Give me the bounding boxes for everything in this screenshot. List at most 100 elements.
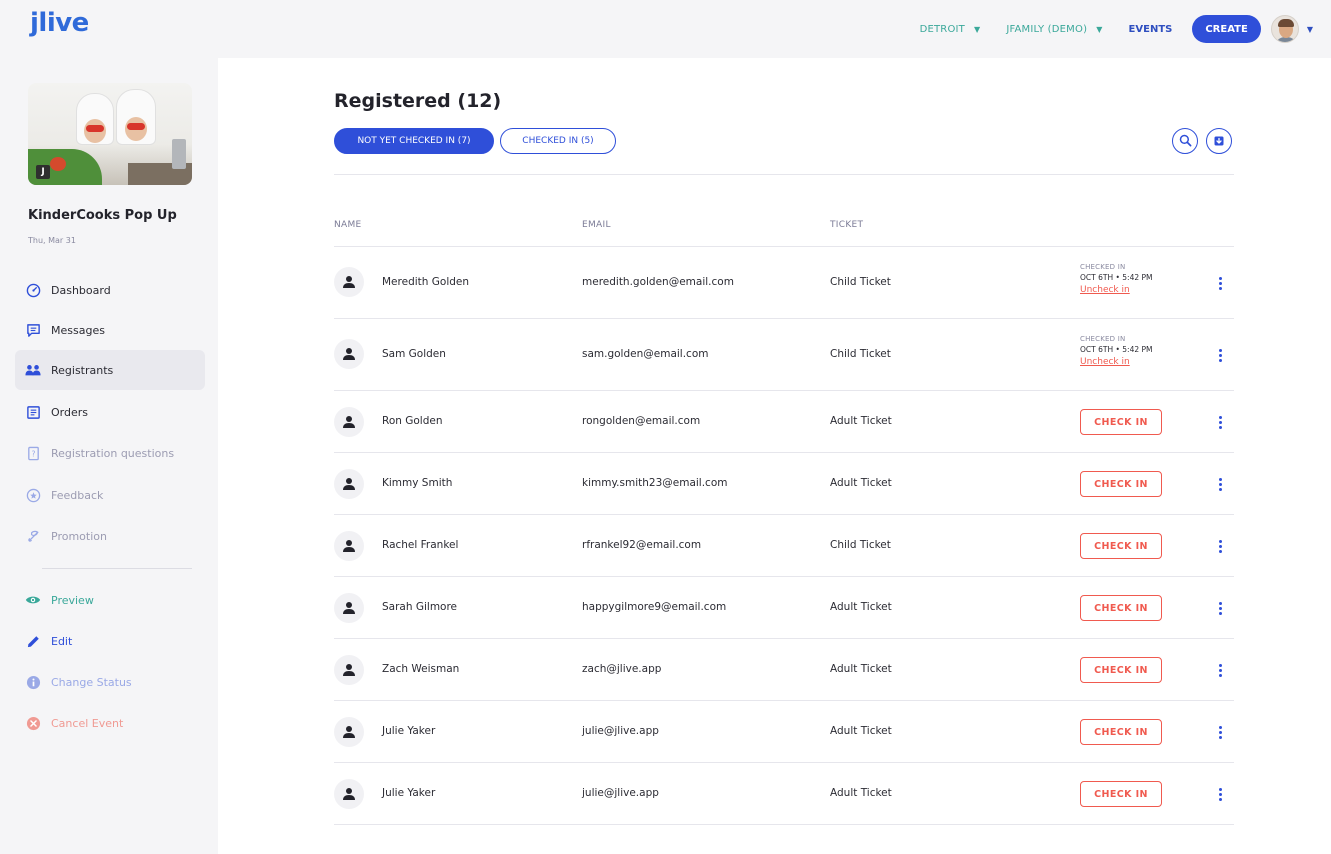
registrant-email: rongolden@email.com	[582, 415, 701, 427]
check-in-button[interactable]: CHECK IN	[1080, 409, 1162, 435]
sidebar-item-registration-questions[interactable]: ? Registration questions	[15, 433, 205, 473]
table-row: Ron Golden rongolden@email.com Adult Tic…	[334, 391, 1234, 453]
table-row: Julie Yaker julie@jlive.app Adult Ticket…	[334, 701, 1234, 763]
registrant-name: Ron Golden	[382, 415, 443, 427]
uncheck-in-link[interactable]: Uncheck in	[1080, 357, 1190, 367]
table-row: Julie Yaker julie@jlive.app Adult Ticket…	[334, 763, 1234, 825]
table-row: Sarah Gilmore happygilmore9@email.com Ad…	[334, 577, 1234, 639]
more-options-icon[interactable]	[1210, 659, 1230, 681]
top-header: jlive DETROIT ▼ JFAMILY (DEMO) ▼ EVENTS …	[0, 0, 1331, 58]
event-title: KinderCooks Pop Up	[28, 208, 177, 223]
registrant-name: Julie Yaker	[382, 787, 436, 799]
sidebar-item-label: Feedback	[51, 488, 104, 502]
registrant-name: Rachel Frankel	[382, 539, 459, 551]
registrant-name: Zach Weisman	[382, 663, 460, 675]
more-options-icon[interactable]	[1210, 535, 1230, 557]
person-icon	[334, 339, 364, 369]
more-options-icon[interactable]	[1210, 597, 1230, 619]
user-avatar[interactable]	[1270, 15, 1299, 43]
checked-in-time: OCT 6TH • 5:42 PM	[1080, 273, 1153, 282]
city-dropdown[interactable]: DETROIT ▼	[920, 24, 981, 35]
tab-checked-in[interactable]: CHECKED IN (5)	[500, 128, 616, 154]
checked-in-label: CHECKED IN	[1080, 335, 1126, 343]
person-icon	[334, 655, 364, 685]
sidebar-action-cancel-event[interactable]: Cancel Event	[15, 703, 205, 743]
sidebar-item-label: Dashboard	[51, 283, 111, 297]
more-options-icon[interactable]	[1210, 344, 1230, 366]
more-options-icon[interactable]	[1210, 473, 1230, 495]
more-options-icon[interactable]	[1210, 721, 1230, 743]
check-in-button[interactable]: CHECK IN	[1080, 533, 1162, 559]
event-image-badge: J	[36, 165, 50, 179]
cancel-icon	[25, 715, 41, 731]
table-row: Meredith Golden meredith.golden@email.co…	[334, 247, 1234, 319]
tab-not-yet-checked-in[interactable]: NOT YET CHECKED IN (7)	[334, 128, 494, 154]
pencil-icon	[25, 633, 41, 649]
divider	[334, 174, 1234, 175]
search-button[interactable]	[1172, 128, 1198, 154]
registrant-ticket: Adult Ticket	[830, 415, 892, 427]
sidebar-item-registrants[interactable]: Registrants	[15, 350, 205, 390]
account-dropdown[interactable]: JFAMILY (DEMO) ▼	[1006, 24, 1102, 35]
chevron-down-icon: ▼	[1096, 24, 1103, 34]
checked-in-time: OCT 6TH • 5:42 PM	[1080, 345, 1153, 354]
table-row: Kimmy Smith kimmy.smith23@email.com Adul…	[334, 453, 1234, 515]
registrant-ticket: Child Ticket	[830, 348, 891, 360]
check-in-button[interactable]: CHECK IN	[1080, 781, 1162, 807]
registrant-ticket: Child Ticket	[830, 276, 891, 288]
registrant-name: Julie Yaker	[382, 725, 436, 737]
check-in-button[interactable]: CHECK IN	[1080, 595, 1162, 621]
sidebar-item-dashboard[interactable]: Dashboard	[15, 270, 205, 310]
sidebar-action-label: Edit	[51, 634, 73, 648]
people-icon	[25, 362, 41, 378]
chevron-down-icon: ▼	[973, 24, 981, 34]
registrant-ticket: Child Ticket	[830, 539, 891, 551]
events-link[interactable]: EVENTS	[1129, 24, 1173, 35]
more-options-icon[interactable]	[1210, 272, 1230, 294]
sidebar-item-messages[interactable]: Messages	[15, 310, 205, 350]
sidebar-divider	[42, 568, 192, 569]
column-header-ticket: TICKET	[830, 220, 864, 230]
column-header-email: EMAIL	[582, 220, 611, 230]
chevron-down-icon[interactable]: ▼	[1307, 25, 1313, 34]
uncheck-in-link[interactable]: Uncheck in	[1080, 285, 1190, 295]
person-icon	[334, 779, 364, 809]
sidebar-action-preview[interactable]: Preview	[15, 580, 205, 620]
event-date: Thu, Mar 31	[28, 236, 76, 245]
export-button[interactable]	[1206, 128, 1232, 154]
table-row: Sam Golden sam.golden@email.com Child Ti…	[334, 319, 1234, 391]
person-icon	[334, 593, 364, 623]
registrant-email: kimmy.smith23@email.com	[582, 477, 728, 489]
sidebar-item-orders[interactable]: Orders	[15, 392, 205, 432]
jlive-logo[interactable]: jlive	[30, 8, 89, 38]
check-in-button[interactable]: CHECK IN	[1080, 471, 1162, 497]
sidebar-action-label: Change Status	[51, 675, 132, 689]
registrant-ticket: Adult Ticket	[830, 787, 892, 799]
registrant-email: julie@jlive.app	[582, 725, 659, 737]
more-options-icon[interactable]	[1210, 783, 1230, 805]
page-title: Registered (12)	[334, 90, 502, 112]
main-panel: Registered (12) NOT YET CHECKED IN (7) C…	[218, 58, 1331, 854]
more-options-icon[interactable]	[1210, 411, 1230, 433]
checked-in-status: CHECKED IN OCT 6TH • 5:42 PM Uncheck in	[1080, 335, 1190, 367]
registrant-email: julie@jlive.app	[582, 787, 659, 799]
orders-icon	[25, 404, 41, 420]
sidebar-action-edit[interactable]: Edit	[15, 621, 205, 661]
check-in-button[interactable]: CHECK IN	[1080, 657, 1162, 683]
person-icon	[334, 717, 364, 747]
sidebar-item-feedback[interactable]: Feedback	[15, 475, 205, 515]
person-icon	[334, 469, 364, 499]
sidebar-item-promotion[interactable]: Promotion	[15, 516, 205, 556]
registrant-name: Kimmy Smith	[382, 477, 453, 489]
registrant-ticket: Adult Ticket	[830, 477, 892, 489]
registrant-email: sam.golden@email.com	[582, 348, 709, 360]
sidebar-action-label: Cancel Event	[51, 716, 124, 730]
sidebar: J KinderCooks Pop Up Thu, Mar 31 Dashboa…	[0, 58, 218, 854]
sidebar-action-change-status[interactable]: Change Status	[15, 662, 205, 702]
sidebar-item-label: Promotion	[51, 529, 107, 543]
top-nav: DETROIT ▼ JFAMILY (DEMO) ▼ EVENTS CREATE…	[920, 14, 1313, 44]
sidebar-action-label: Preview	[51, 593, 94, 607]
person-icon	[334, 531, 364, 561]
check-in-button[interactable]: CHECK IN	[1080, 719, 1162, 745]
create-button[interactable]: CREATE	[1192, 15, 1261, 43]
